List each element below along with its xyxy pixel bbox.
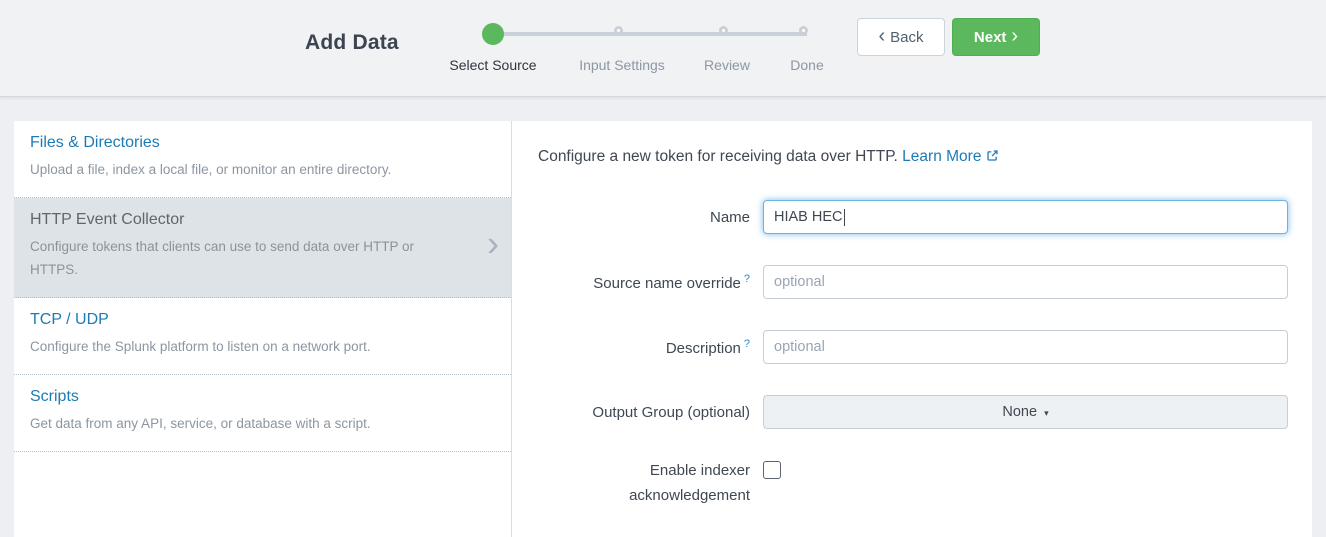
next-button-label: Next <box>974 29 1007 46</box>
name-input-value: HIAB HEC <box>774 209 843 225</box>
indexer-ack-checkbox[interactable] <box>763 461 781 479</box>
sidebar-item-description: Get data from any API, service, or datab… <box>30 413 495 436</box>
source-override-label: Source name override? <box>538 273 750 292</box>
source-override-input[interactable] <box>763 265 1288 299</box>
sidebar-item-title: Scripts <box>30 388 495 406</box>
content-panel: Files & Directories Upload a file, index… <box>14 121 1312 537</box>
step-label-done: Done <box>790 57 823 73</box>
sidebar-item-http-event-collector[interactable]: HTTP Event Collector Configure tokens th… <box>14 198 511 298</box>
step-label-input-settings: Input Settings <box>579 57 665 73</box>
help-tooltip-icon[interactable]: ? <box>744 273 750 285</box>
chevron-left-icon: ‹ <box>878 26 885 46</box>
name-input[interactable]: HIAB HEC <box>763 200 1288 234</box>
step-dot-review <box>719 26 728 35</box>
step-dot-done <box>799 26 808 35</box>
stepper-connector <box>493 32 622 36</box>
sidebar-item-scripts[interactable]: Scripts Get data from any API, service, … <box>14 375 511 452</box>
source-override-row: Source name override? <box>538 265 1312 299</box>
name-row: Name HIAB HEC <box>538 200 1312 234</box>
output-group-label: Output Group (optional) <box>538 404 750 421</box>
output-group-value: None <box>1002 404 1037 420</box>
back-button-label: Back <box>890 29 923 46</box>
description-row: Description? <box>538 330 1312 364</box>
text-cursor <box>844 209 845 226</box>
form-intro: Configure a new token for receiving data… <box>538 148 1312 167</box>
name-label: Name <box>538 209 750 226</box>
step-label-review: Review <box>704 57 750 73</box>
sidebar-item-title: Files & Directories <box>30 134 495 152</box>
source-type-sidebar: Files & Directories Upload a file, index… <box>14 121 512 537</box>
intro-text: Configure a new token for receiving data… <box>538 148 898 165</box>
step-dot-select-source <box>482 23 504 45</box>
sidebar-item-description: Configure the Splunk platform to listen … <box>30 336 495 359</box>
back-button[interactable]: ‹ Back <box>857 18 945 56</box>
page-title: Add Data <box>305 31 399 55</box>
description-label: Description? <box>538 338 750 357</box>
step-dot-input-settings <box>614 26 623 35</box>
hec-config-form: Configure a new token for receiving data… <box>512 121 1312 537</box>
next-button[interactable]: Next › <box>952 18 1040 56</box>
caret-down-icon: ▾ <box>1044 408 1049 419</box>
sidebar-item-description: Upload a file, index a local file, or mo… <box>30 159 495 182</box>
chevron-right-icon: › <box>1011 26 1018 46</box>
sidebar-item-title: HTTP Event Collector <box>30 211 495 229</box>
stepper-connector <box>727 32 807 36</box>
description-input[interactable] <box>763 330 1288 364</box>
wizard-stepper: Select Source Input Settings Review Done <box>445 0 845 97</box>
indexer-ack-row: Enable indexer acknowledgement <box>538 460 1312 508</box>
output-group-row: Output Group (optional) None ▾ <box>538 395 1312 429</box>
stepper-connector <box>622 32 727 36</box>
help-tooltip-icon[interactable]: ? <box>744 338 750 350</box>
sidebar-item-title: TCP / UDP <box>30 311 495 329</box>
indexer-ack-label: Enable indexer acknowledgement <box>538 458 750 508</box>
chevron-right-icon: › <box>487 223 499 265</box>
wizard-header: Add Data Select Source Input Settings Re… <box>0 0 1326 97</box>
step-label-select-source: Select Source <box>449 57 536 73</box>
learn-more-link[interactable]: Learn More <box>902 148 981 165</box>
sidebar-item-tcp-udp[interactable]: TCP / UDP Configure the Splunk platform … <box>14 298 511 375</box>
sidebar-item-description: Configure tokens that clients can use to… <box>30 236 495 282</box>
sidebar-item-files-directories[interactable]: Files & Directories Upload a file, index… <box>14 121 511 198</box>
output-group-dropdown[interactable]: None ▾ <box>763 395 1288 429</box>
external-link-icon <box>986 149 999 167</box>
